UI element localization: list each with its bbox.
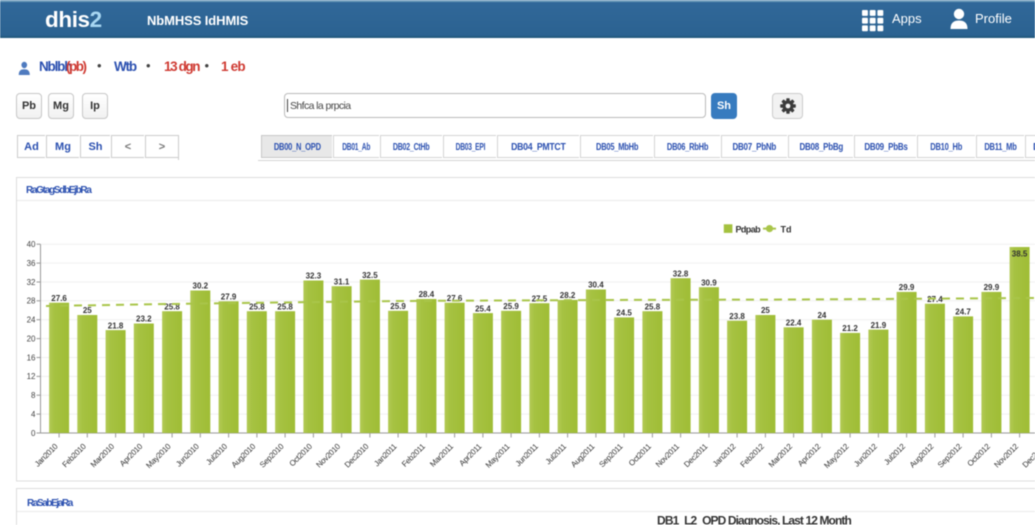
svg-text:30.2: 30.2: [193, 282, 209, 291]
svg-text:24: 24: [817, 311, 826, 320]
svg-text:28.4: 28.4: [419, 290, 435, 299]
svg-text:27.5: 27.5: [532, 294, 548, 303]
svg-text:23.8: 23.8: [729, 312, 745, 321]
svg-text:RaGtagSdbEjbRa: RaGtagSdbEjbRa: [26, 185, 92, 196]
svg-text:24.5: 24.5: [616, 309, 632, 318]
svg-text:25.8: 25.8: [277, 302, 293, 311]
svg-text:25: 25: [761, 306, 770, 315]
svg-text:0: 0: [31, 429, 36, 438]
svg-text:28: 28: [27, 297, 36, 306]
svg-text:25.9: 25.9: [503, 302, 519, 311]
svg-text:16: 16: [27, 353, 36, 362]
svg-text:24: 24: [27, 316, 36, 325]
svg-text:25.8: 25.8: [645, 302, 661, 311]
svg-text:22.4: 22.4: [786, 319, 802, 328]
svg-text:21.9: 21.9: [871, 321, 887, 330]
svg-text:20: 20: [27, 334, 36, 343]
svg-text:25.4: 25.4: [475, 304, 491, 313]
svg-text:30.4: 30.4: [588, 281, 604, 290]
svg-text:8: 8: [31, 391, 36, 400]
svg-text:23.2: 23.2: [136, 315, 152, 324]
svg-text:29.9: 29.9: [984, 283, 1000, 292]
svg-text:24.7: 24.7: [955, 308, 971, 317]
svg-text:28.2: 28.2: [560, 291, 576, 300]
svg-text:27.6: 27.6: [51, 294, 67, 303]
svg-text:32.3: 32.3: [306, 272, 322, 281]
svg-text:25.9: 25.9: [390, 302, 406, 311]
svg-text:21.8: 21.8: [108, 321, 124, 330]
svg-text:DB1_L2_OPD Diagnosis, Last 12: DB1_L2_OPD Diagnosis, Last 12 Month: [657, 514, 851, 525]
svg-text:29.9: 29.9: [899, 283, 915, 292]
svg-text:38.5: 38.5: [1012, 250, 1028, 259]
svg-text:4: 4: [31, 410, 36, 419]
svg-text:40: 40: [27, 240, 36, 249]
svg-text:32: 32: [27, 278, 36, 287]
svg-text:36: 36: [27, 259, 36, 268]
svg-text:Td: Td: [781, 224, 792, 234]
svg-text:RaSabEjaRa: RaSabEjaRa: [27, 498, 74, 509]
svg-text:12: 12: [27, 372, 36, 381]
svg-text:21.2: 21.2: [842, 324, 858, 333]
svg-text:27.9: 27.9: [221, 293, 237, 302]
svg-text:30.9: 30.9: [701, 278, 717, 287]
svg-text:32.8: 32.8: [673, 269, 689, 278]
svg-text:Pdpab: Pdpab: [736, 224, 762, 234]
svg-text:25: 25: [83, 306, 92, 315]
svg-text:32.5: 32.5: [362, 271, 378, 280]
svg-text:31.1: 31.1: [334, 277, 350, 286]
